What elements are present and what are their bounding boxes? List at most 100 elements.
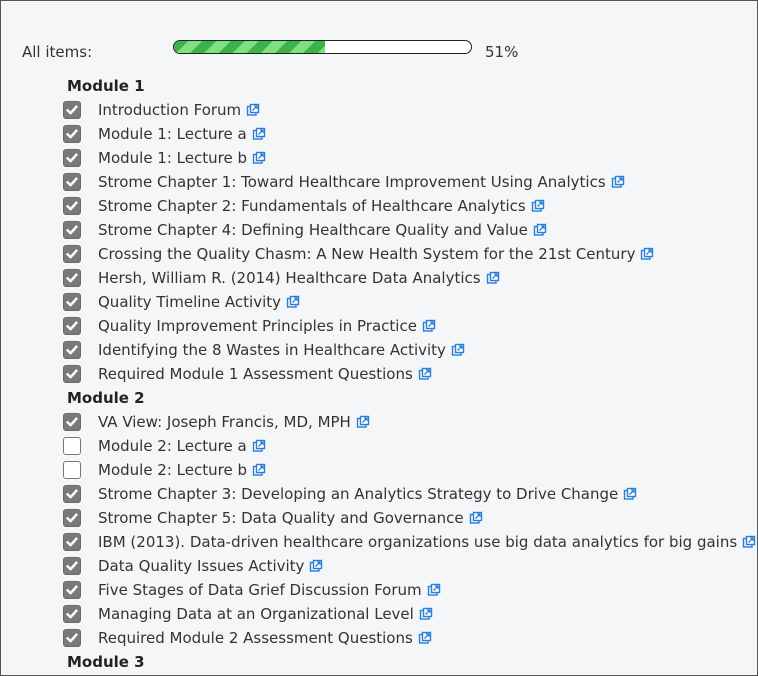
external-link-icon[interactable]	[418, 367, 432, 381]
list-item: Strome Chapter 4: Defining Healthcare Qu…	[63, 218, 753, 242]
completion-checkbox-checked[interactable]	[63, 581, 81, 599]
completion-checkbox-checked[interactable]	[63, 269, 81, 287]
external-link-icon[interactable]	[356, 415, 370, 429]
item-link[interactable]: Managing Data at an Organizational Level	[98, 605, 414, 623]
external-link-icon[interactable]	[252, 439, 266, 453]
item-link[interactable]: Quality Improvement Principles in Practi…	[98, 317, 417, 335]
checkmark-icon	[66, 417, 78, 427]
item-link[interactable]: Module 1: Lecture b	[98, 149, 247, 167]
list-item: Quality Timeline Activity	[63, 290, 753, 314]
completion-checkbox-checked[interactable]	[63, 413, 81, 431]
item-link[interactable]: Quality Timeline Activity	[98, 293, 281, 311]
item-link[interactable]: Strome Chapter 4: Defining Healthcare Qu…	[98, 221, 528, 239]
completion-checkbox-checked[interactable]	[63, 365, 81, 383]
external-link-icon[interactable]	[286, 295, 300, 309]
item-link[interactable]: IBM (2013). Data-driven healthcare organ…	[98, 533, 737, 551]
external-link-icon[interactable]	[252, 127, 266, 141]
list-item: Module 1: Lecture b	[63, 146, 753, 170]
external-link-icon[interactable]	[531, 199, 545, 213]
external-link-icon[interactable]	[419, 607, 433, 621]
item-link[interactable]: Module 2: Lecture b	[98, 461, 247, 479]
list-item: VA View: Joseph Francis, MD, MPH	[63, 410, 753, 434]
external-link-icon[interactable]	[422, 319, 436, 333]
item-link[interactable]: Strome Chapter 3: Developing an Analytic…	[98, 485, 618, 503]
completion-checkbox-unchecked[interactable]	[63, 437, 81, 455]
progress-label: All items:	[22, 43, 93, 61]
item-link[interactable]: Module 1: Lecture a	[98, 125, 247, 143]
checkmark-icon	[66, 321, 78, 331]
item-link[interactable]: VA View: Joseph Francis, MD, MPH	[98, 413, 351, 431]
list-item: Identifying the 8 Wastes in Healthcare A…	[63, 338, 753, 362]
completion-checkbox-checked[interactable]	[63, 101, 81, 119]
checkmark-icon	[66, 609, 78, 619]
item-link[interactable]: Module 2: Lecture a	[98, 437, 247, 455]
list-item: Strome Chapter 1: Toward Healthcare Impr…	[63, 170, 753, 194]
completion-checkbox-checked[interactable]	[63, 317, 81, 335]
completion-checkbox-checked[interactable]	[63, 533, 81, 551]
item-link[interactable]: Required Module 2 Assessment Questions	[98, 629, 413, 647]
item-link[interactable]: Data Quality Issues Activity	[98, 557, 304, 575]
list-item: Strome Chapter 2: Fundamentals of Health…	[63, 194, 753, 218]
item-link[interactable]: Strome Chapter 2: Fundamentals of Health…	[98, 197, 526, 215]
external-link-icon[interactable]	[246, 103, 260, 117]
external-link-icon[interactable]	[252, 151, 266, 165]
list-item: Managing Data at an Organizational Level	[63, 602, 753, 626]
external-link-icon[interactable]	[418, 631, 432, 645]
completion-checkbox-checked[interactable]	[63, 557, 81, 575]
external-link-icon[interactable]	[469, 511, 483, 525]
checkmark-icon	[66, 369, 78, 379]
external-link-icon[interactable]	[252, 463, 266, 477]
completion-checkbox-unchecked[interactable]	[63, 461, 81, 479]
list-item: Introduction Forum	[63, 98, 753, 122]
external-link-icon[interactable]	[533, 223, 547, 237]
module-heading: Module 2	[67, 389, 145, 407]
item-link[interactable]: Hersh, William R. (2014) Healthcare Data…	[98, 269, 481, 287]
item-link[interactable]: Strome Chapter 5: Data Quality and Gover…	[98, 509, 464, 527]
external-link-icon[interactable]	[623, 487, 637, 501]
completion-checkbox-checked[interactable]	[63, 605, 81, 623]
completion-checkbox-checked[interactable]	[63, 629, 81, 647]
checkmark-icon	[66, 561, 78, 571]
completion-checkbox-checked[interactable]	[63, 197, 81, 215]
checkmark-icon	[66, 297, 78, 307]
external-link-icon[interactable]	[486, 271, 500, 285]
completion-checkbox-checked[interactable]	[63, 173, 81, 191]
list-item: Hersh, William R. (2014) Healthcare Data…	[63, 266, 753, 290]
checkmark-icon	[66, 345, 78, 355]
item-link[interactable]: Identifying the 8 Wastes in Healthcare A…	[98, 341, 446, 359]
completion-checkbox-checked[interactable]	[63, 485, 81, 503]
external-link-icon[interactable]	[611, 175, 625, 189]
checkmark-icon	[66, 153, 78, 163]
completion-checkbox-checked[interactable]	[63, 125, 81, 143]
checkmark-icon	[66, 585, 78, 595]
external-link-icon[interactable]	[309, 559, 323, 573]
external-link-icon[interactable]	[640, 247, 654, 261]
completion-checkbox-checked[interactable]	[63, 341, 81, 359]
list-item: Strome Chapter 3: Developing an Analytic…	[63, 482, 753, 506]
list-item: Required Module 1 Assessment Questions	[63, 362, 753, 386]
completion-checkbox-checked[interactable]	[63, 221, 81, 239]
progress-bar-fill	[174, 41, 326, 53]
completion-checkbox-checked[interactable]	[63, 149, 81, 167]
item-link[interactable]: Five Stages of Data Grief Discussion For…	[98, 581, 422, 599]
item-link[interactable]: Introduction Forum	[98, 101, 241, 119]
checkmark-icon	[66, 633, 78, 643]
progress-bar	[173, 40, 472, 54]
list-item: Module 2: Lecture b	[63, 458, 753, 482]
module-list: Module 1 Introduction Forum Module 1: Lect…	[63, 74, 756, 674]
completion-checkbox-checked[interactable]	[63, 245, 81, 263]
item-link[interactable]: Required Module 1 Assessment Questions	[98, 365, 413, 383]
item-link[interactable]: Strome Chapter 1: Toward Healthcare Impr…	[98, 173, 606, 191]
list-item: Crossing the Quality Chasm: A New Health…	[63, 242, 753, 266]
progress-percent: 51%	[485, 43, 519, 61]
external-link-icon[interactable]	[742, 535, 756, 549]
external-link-icon[interactable]	[427, 583, 441, 597]
item-link[interactable]: Crossing the Quality Chasm: A New Health…	[98, 245, 635, 263]
list-item: IBM (2013). Data-driven healthcare organ…	[63, 530, 756, 554]
checkmark-icon	[66, 273, 78, 283]
completion-checkbox-checked[interactable]	[63, 293, 81, 311]
completion-checkbox-checked[interactable]	[63, 509, 81, 527]
list-item: Module 2: Lecture a	[63, 434, 753, 458]
external-link-icon[interactable]	[451, 343, 465, 357]
checkmark-icon	[66, 201, 78, 211]
